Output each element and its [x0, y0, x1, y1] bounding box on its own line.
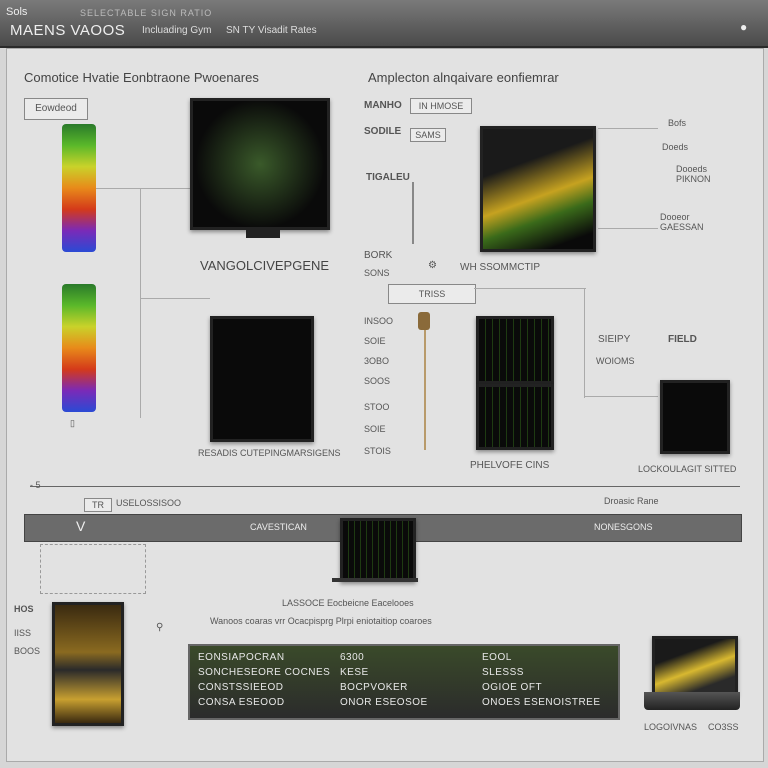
table-cell: CONSA ESEOOD [198, 697, 285, 708]
title-subtext: SELECTABLE SIGN RATIO [80, 8, 213, 18]
label-box-2[interactable]: SAMS [410, 128, 446, 142]
column-label: SOOS [364, 376, 391, 386]
timeline-right-text: Droasic Rane [604, 496, 659, 506]
device-outline-icon [40, 544, 146, 594]
bottom-caption-2: Wanoos coaras vrr Ocacpisprg Plrpi eniot… [210, 616, 432, 626]
table-cell: BOCPVOKER [340, 682, 408, 693]
connector-line [598, 128, 658, 129]
left-icon-label-1: HOS [14, 604, 34, 614]
connector-line [584, 396, 658, 397]
right-side-label: FIELD [668, 334, 697, 345]
center-laptop-screen [340, 518, 416, 582]
color-spectrum-2 [62, 284, 96, 412]
timeline-box[interactable]: TR [84, 498, 112, 512]
label-box-1[interactable]: IN HMOSE [410, 98, 472, 114]
tablet-screen [210, 316, 314, 442]
connector-line [584, 288, 585, 398]
control-bar-right-label: NONESGONS [594, 522, 653, 532]
timeline-left-marker: - 5 [30, 480, 41, 490]
right-label-4: Dooeor GAESSAN [660, 212, 704, 232]
left-icon-label-3: BOOS [14, 646, 41, 656]
laptop-keyboard [644, 692, 740, 710]
data-table: EONSIAPOCRAN 6300 EOOL SONCHESEORE COCNE… [188, 644, 620, 720]
bottom-caption-1: LASSOCE Eocbeicne Eacelooes [282, 598, 414, 608]
service-icon[interactable]: ⚙ [428, 260, 437, 271]
table-cell: KESE [340, 667, 369, 678]
timeline-left-text: USELOSSISOO [116, 498, 182, 508]
app-title: MAENS VAOOS [10, 22, 126, 39]
column-label: INSOO [364, 316, 394, 326]
slider-track[interactable] [424, 330, 426, 450]
connector-line [598, 228, 658, 229]
connector-line [96, 188, 190, 189]
left-label-box[interactable]: Eowdeod [24, 98, 88, 120]
laptop-screen [652, 636, 738, 696]
timeline-line [30, 486, 740, 487]
table-cell: SONCHESEORE COCNES [198, 667, 331, 678]
slider-handle[interactable] [418, 312, 430, 330]
left-icon-label-2: IISS [14, 628, 32, 638]
monitor-display [190, 98, 330, 230]
figure-icon: ⚲ [156, 622, 164, 633]
laptop-caption-left: LOGOIVNAS [644, 722, 698, 732]
monitor-stand [246, 228, 280, 238]
column-label: SOIE [364, 424, 386, 434]
laptop-caption-right: CO3SS [708, 722, 739, 732]
right-label-3: Dooeds PIKNON [676, 164, 711, 184]
screen-caption: RESADIS CUTEPINGMARSIGENS [198, 448, 341, 458]
menu-item-1[interactable]: Incluading Gym [142, 25, 211, 36]
bottom-right-caption: LOCKOULAGIT SITTED [638, 464, 737, 474]
column-label: STOIS [364, 446, 391, 456]
column-label: STOO [364, 402, 390, 412]
column-label: 3OBO [364, 356, 390, 366]
table-cell: ONOES ESENOISTREE [482, 697, 601, 708]
table-cell: EONSIAPOCRAN [198, 652, 285, 663]
menu-item-2[interactable]: SN TY Visadit Rates [226, 25, 317, 36]
connector-line [140, 298, 210, 299]
service-caption: WH SSOMMCTIP [460, 262, 540, 273]
table-cell: EOOL [482, 652, 512, 663]
right-label-2: Doeds [662, 142, 689, 152]
data-screen-2 [476, 384, 554, 450]
right-side-label: WOIOMS [596, 356, 635, 366]
data-screen-1 [476, 316, 554, 384]
stat-label-2: SONS [364, 268, 390, 278]
right-label-1: Bofs [668, 118, 687, 128]
divider [412, 182, 414, 244]
table-cell: SLESSS [482, 667, 524, 678]
left-heading: Comotice Hvatie Eonbtraone Pwoenares [24, 70, 259, 85]
side-monitor [660, 380, 730, 454]
table-cell: CONSTSSIEEOD [198, 682, 284, 693]
phone-device [52, 602, 124, 726]
stat-label-1: BORK [364, 250, 393, 261]
right-side-label: SIEIPY [598, 334, 631, 345]
connector-line [474, 288, 586, 289]
close-icon[interactable]: ● [740, 20, 747, 34]
center-laptop-base [332, 578, 418, 582]
color-spectrum-1 [62, 124, 96, 252]
table-cell: ONOR ESEOSOE [340, 697, 428, 708]
table-cell: 6300 [340, 652, 365, 663]
mid-caption: PHELVOFE CINS [470, 460, 550, 471]
control-bar-left-label: V [76, 518, 86, 534]
label-top-1: MANHO [364, 100, 402, 111]
monitor-caption: VANGOLCIVEPGENE [200, 258, 330, 273]
table-cell: OGIOE OFT [482, 682, 543, 693]
title-bar: Sols SELECTABLE SIGN RATIO MAENS VAOOS I… [0, 0, 768, 48]
filter-box[interactable]: TRISS [388, 284, 476, 304]
spectrum-marker: ▯ [70, 418, 75, 428]
right-heading: Amplecton alnqaivare eonfiemrar [368, 70, 559, 85]
system-label: Sols [6, 6, 28, 18]
column-label: SOIE [364, 336, 386, 346]
label-top-2: SODILE [364, 126, 402, 137]
control-bar-center-label: CAVESTICAN [250, 522, 307, 532]
connector-line [140, 188, 141, 418]
display-screen [480, 126, 596, 252]
label-top-3: TIGALEU [366, 172, 410, 183]
